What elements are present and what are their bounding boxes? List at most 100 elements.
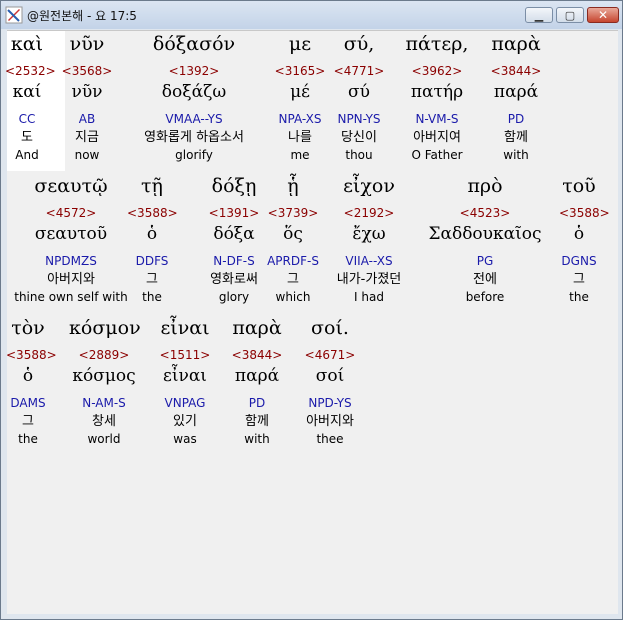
word-column[interactable]: δόξασόν <1392> δοξάζω VMAA--YS 영화롭게 하옵소서 glor…	[119, 31, 269, 167]
strong-number[interactable]: <4572>	[6, 206, 136, 221]
parse-code: NPD-YS	[308, 396, 352, 410]
parse-code: PG	[476, 254, 494, 268]
english-gloss: now	[74, 148, 100, 162]
lemma-word: σύ	[348, 82, 370, 102]
greek-word: σοί.	[311, 317, 349, 339]
lemma-word: κόσμος	[72, 366, 136, 386]
word-column[interactable]: εἶναι <1511> εἶναι VNPAG 있기 was	[150, 315, 220, 451]
word-column[interactable]: εἶχον <2192> ἔχω VIIA--XS 내가-가졌던 I had	[319, 173, 419, 309]
english-gloss: was	[173, 432, 197, 446]
word-column[interactable]: σύ, <4771> σύ NPN-YS 당신이 thou	[329, 31, 389, 167]
lemma-word: δοξάζω	[161, 82, 227, 102]
korean-gloss: 함께	[504, 130, 528, 145]
strong-number[interactable]: <3962>	[397, 64, 477, 79]
word-column[interactable]: παρὰ <3844> παρά PD 함께 with	[227, 315, 287, 451]
parse-code: AB	[78, 112, 96, 126]
lemma-word: σοί	[315, 366, 345, 386]
english-gloss: thou	[345, 148, 373, 162]
strong-number[interactable]: <2192>	[319, 206, 419, 221]
lemma-word: σεαυτοῦ	[34, 224, 108, 244]
strong-number[interactable]: <3739>	[258, 206, 328, 221]
strong-number[interactable]: <3568>	[57, 64, 117, 79]
close-button[interactable]: ✕	[587, 7, 619, 23]
word-column[interactable]: νῦν <3568> νῦν AB 지금 now	[57, 31, 117, 167]
english-gloss: with	[244, 432, 270, 446]
greek-word: πάτερ,	[405, 33, 469, 55]
word-column[interactable]: τὸν <3588> ὁ DAMS 그 the	[6, 315, 57, 451]
strong-number[interactable]: <1392>	[119, 64, 269, 79]
parse-code: VNPAG	[164, 396, 206, 410]
english-gloss: thine own self with	[14, 290, 128, 304]
english-gloss: I had	[354, 290, 384, 304]
parse-code: PD	[248, 396, 266, 410]
title-bar[interactable]: @원전본해 - 요 17:5 ▁ ▢ ✕	[1, 1, 622, 29]
window-title: @원전본해 - 요 17:5	[27, 9, 137, 23]
strong-number[interactable]: <3165>	[270, 64, 330, 79]
word-column[interactable]: ᾗ <3739> ὅς APRDF-S 그 which	[258, 173, 328, 309]
parse-code: VIIA--XS	[345, 254, 393, 268]
parse-code: DGNS	[561, 254, 597, 268]
strong-number[interactable]: <2532>	[5, 64, 56, 79]
greek-word: δόξασόν	[152, 33, 236, 55]
korean-gloss: 도	[21, 130, 33, 145]
strong-number[interactable]: <4771>	[329, 64, 389, 79]
greek-word: σεαυτῷ	[34, 175, 108, 197]
korean-gloss: 지금	[75, 130, 99, 145]
strong-number[interactable]: <3588>	[127, 206, 178, 221]
word-column[interactable]: με <3165> μέ NPA-XS 나를 me	[270, 31, 330, 167]
greek-word: τῇ	[141, 175, 163, 197]
english-gloss: the	[142, 290, 162, 304]
strong-number[interactable]: <3588>	[559, 206, 610, 221]
strong-number[interactable]: <2889>	[69, 348, 139, 363]
lemma-word: παρά	[234, 366, 280, 386]
parse-code: NPA-XS	[278, 112, 322, 126]
maximize-button[interactable]: ▢	[556, 7, 584, 23]
word-column[interactable]: τοῦ <3588> ὁ DGNS 그 the	[559, 173, 610, 309]
korean-gloss: 내가-가졌던	[336, 272, 402, 287]
strong-number[interactable]: <4671>	[290, 348, 370, 363]
lemma-word: εἶναι	[163, 366, 207, 386]
strong-number[interactable]: <3844>	[486, 64, 546, 79]
english-gloss: the	[569, 290, 589, 304]
lemma-word: ὁ	[146, 224, 158, 244]
strong-number[interactable]: <3588>	[6, 348, 57, 363]
korean-gloss: 아버지와	[306, 414, 354, 429]
word-column[interactable]: καὶ <2532> καί CC 도 And	[5, 31, 56, 167]
korean-gloss: 함께	[245, 414, 269, 429]
korean-gloss: 창세	[92, 414, 116, 429]
parse-code: PD	[507, 112, 525, 126]
word-column[interactable]: σοί. <4671> σοί NPD-YS 아버지와 thee	[290, 315, 370, 451]
greek-word: καὶ	[10, 33, 44, 55]
word-column[interactable]: πάτερ, <3962> πατήρ N-VM-S 아버지여 O Father	[397, 31, 477, 167]
word-column[interactable]: σεαυτῷ <4572> σεαυτοῦ NPDMZS 아버지와 thine own s…	[6, 173, 136, 309]
greek-word: νῦν	[69, 33, 105, 55]
greek-word: ᾗ	[287, 175, 299, 197]
interlinear-view[interactable]: καὶ <2532> καί CC 도 And νῦν <3568> νῦν AB 지금 now δόξ…	[5, 30, 618, 614]
word-column[interactable]: τῇ <3588> ὁ DDFS 그 the	[127, 173, 178, 309]
word-column[interactable]: κόσμον <2889> κόσμος N-AM-S 창세 world	[69, 315, 141, 451]
greek-word: εἶχον	[343, 175, 395, 197]
minimize-button[interactable]: ▁	[525, 7, 553, 23]
lemma-word: ὅς	[283, 224, 303, 244]
english-gloss: glorify	[175, 148, 213, 162]
word-column[interactable]: πρὸ <4523> Σαδδουκαῖος PG 전에 before	[420, 173, 550, 309]
english-gloss: O Father	[411, 148, 463, 162]
english-gloss: before	[465, 290, 505, 304]
strong-number[interactable]: <4523>	[420, 206, 550, 221]
korean-gloss: 영화롭게 하옵소서	[144, 130, 244, 145]
korean-gloss: 그	[573, 272, 585, 287]
english-gloss: And	[15, 148, 39, 162]
lemma-word: παρά	[493, 82, 539, 102]
app-window: @원전본해 - 요 17:5 ▁ ▢ ✕ καὶ <2532> καί CC 도 And ν…	[0, 0, 623, 620]
parse-code: DAMS	[10, 396, 46, 410]
parse-code: NPN-YS	[337, 112, 381, 126]
greek-word: σύ,	[343, 33, 375, 55]
strong-number[interactable]: <1511>	[150, 348, 220, 363]
english-gloss: the	[18, 432, 38, 446]
strong-number[interactable]: <3844>	[227, 348, 287, 363]
parse-code: DDFS	[135, 254, 169, 268]
word-column[interactable]: παρὰ <3844> παρά PD 함께 with	[486, 31, 546, 167]
lemma-word: καί	[12, 82, 42, 102]
greek-word: πρὸ	[467, 175, 503, 197]
parse-code: N-AM-S	[82, 396, 126, 410]
